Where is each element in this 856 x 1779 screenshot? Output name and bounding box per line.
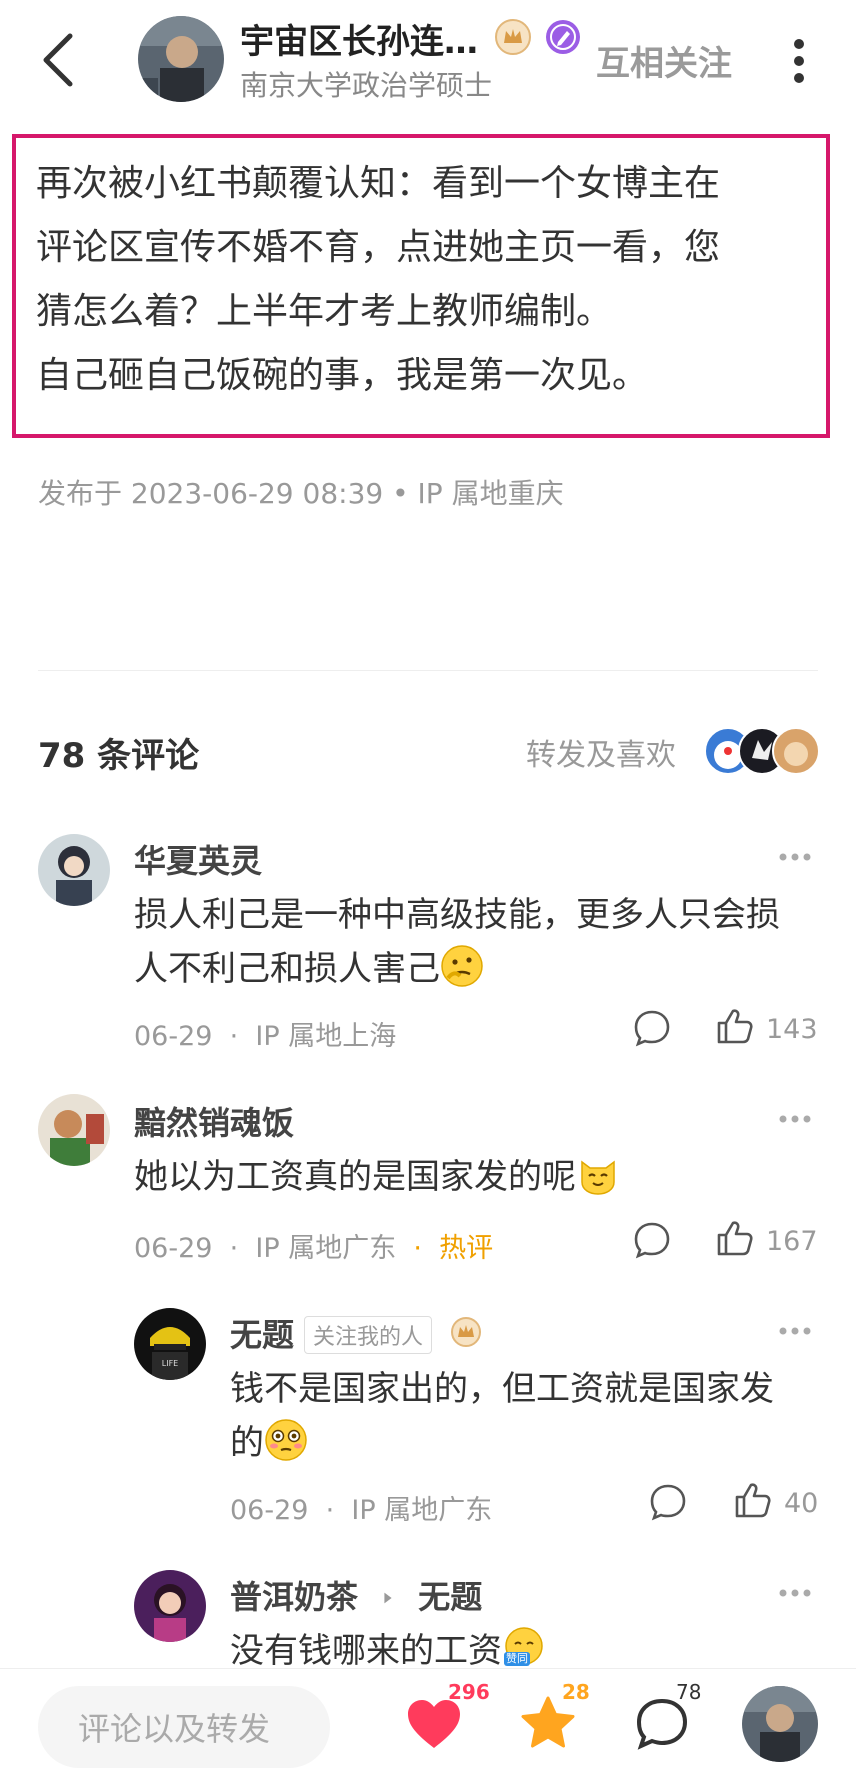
comment-text: 损人利己是一种中高级技能，更多人只会损 人不利己和损人害己 — [134, 888, 824, 996]
liker-avatars[interactable] — [702, 726, 822, 776]
thinking-face-emoji — [441, 945, 483, 987]
agree-emoji-label: 赞同 — [504, 1652, 530, 1666]
comment-line-with-emoji: 人不利己和损人害己 — [134, 942, 824, 996]
pen-badge-icon — [546, 20, 580, 54]
reply-bubble-icon[interactable] — [648, 1482, 688, 1522]
comment-input-placeholder[interactable]: 评论以及转发 — [78, 1704, 270, 1750]
reply-bubble-icon[interactable] — [632, 1008, 672, 1048]
comment-bubble-icon[interactable] — [634, 1696, 690, 1752]
favorite-count: 28 — [562, 1680, 590, 1704]
post-content: 再次被小红书颠覆认知：看到一个女博主在 评论区宣传不婚不育，点进她主页一看，您 … — [36, 152, 816, 408]
commenter-name[interactable]: 黯然销魂饭 — [134, 1098, 294, 1144]
author-avatar-small[interactable] — [742, 1686, 818, 1762]
like-thumb-icon[interactable] — [714, 1218, 754, 1258]
comment-meta: 06-29 · IP 属地上海 — [134, 1014, 396, 1053]
comment-text: 她以为工资真的是国家发的呢 — [134, 1150, 824, 1204]
more-horizontal-icon[interactable] — [778, 1588, 812, 1598]
like-thumb-icon[interactable] — [732, 1480, 772, 1520]
comment-ip: IP 属地广东 — [351, 1495, 493, 1526]
meta-separator: · — [325, 1495, 335, 1526]
back-arrow-icon[interactable] — [34, 30, 86, 90]
commenter-name[interactable]: 普洱奶茶 无题 — [230, 1572, 482, 1618]
more-horizontal-icon[interactable] — [778, 1114, 812, 1124]
comment-date: 06-29 — [230, 1495, 309, 1526]
commenter-avatar[interactable] — [38, 1094, 110, 1166]
comment-date: 06-29 — [134, 1021, 213, 1052]
comment-line: 没有钱哪来的工资 — [230, 1631, 502, 1671]
svg-text:LIFE: LIFE — [162, 1359, 178, 1368]
like-count: 167 — [766, 1226, 818, 1257]
heart-icon[interactable] — [404, 1696, 464, 1752]
meta-separator: · — [229, 1021, 239, 1052]
divider — [38, 670, 818, 671]
post-line: 评论区宣传不婚不育，点进她主页一看，您 — [36, 227, 721, 268]
like-count: 40 — [784, 1488, 819, 1519]
follow-button[interactable]: 互相关注 — [596, 36, 732, 85]
post-line: 自己砸自己饭碗的事，我是第一次见。 — [36, 355, 649, 396]
comment-line: 她以为工资真的是国家发的呢 — [134, 1157, 576, 1197]
author-name[interactable]: 宇宙区长孙连… — [240, 14, 478, 63]
comment-line: 的 — [230, 1423, 264, 1463]
like-count: 143 — [766, 1014, 818, 1045]
comment-date: 06-29 — [134, 1233, 213, 1264]
comment-line: 人不利己和损人害己 — [134, 949, 440, 989]
comment-line: 损人利己是一种中高级技能，更多人只会损 — [134, 895, 780, 935]
commenter-avatar[interactable] — [38, 834, 110, 906]
author-subtitle: 南京大学政治学硕士 — [240, 69, 493, 102]
meta-separator: · — [229, 1233, 239, 1264]
author-avatar[interactable] — [138, 16, 224, 102]
cat-face-emoji — [581, 1160, 615, 1195]
more-horizontal-icon[interactable] — [778, 1326, 812, 1336]
commenter-avatar[interactable]: LIFE — [134, 1308, 206, 1380]
more-vertical-icon[interactable] — [784, 38, 814, 84]
reply-arrow-icon — [384, 1592, 392, 1604]
comment-text: 钱不是国家出的，但工资就是国家发 的 — [230, 1362, 830, 1470]
comment-line: 钱不是国家出的，但工资就是国家发 — [230, 1369, 774, 1409]
comment-line-with-emoji: 的 — [230, 1416, 830, 1470]
follower-badge: 关注我的人 — [304, 1316, 433, 1354]
comment-count: 78 条评论 — [38, 736, 200, 776]
like-count-total: 296 — [448, 1680, 490, 1704]
flushed-face-emoji — [265, 1419, 307, 1461]
reply-to-name[interactable]: 无题 — [418, 1578, 482, 1616]
more-horizontal-icon[interactable] — [778, 852, 812, 862]
hot-comment-tag: 热评 — [439, 1233, 494, 1264]
reply-bubble-icon[interactable] — [632, 1220, 672, 1260]
comment-ip: IP 属地上海 — [255, 1021, 397, 1052]
comment-meta: 06-29 · IP 属地广东 — [230, 1488, 492, 1527]
comment-meta: 06-29 · IP 属地广东 · 热评 — [134, 1226, 493, 1265]
comment-count-total: 78 — [676, 1680, 702, 1704]
commenter-avatar[interactable] — [134, 1570, 206, 1642]
agree-emoji: 赞同 — [502, 1626, 550, 1670]
post-meta: 发布于 2023-06-29 08:39 • IP 属地重庆 — [38, 477, 564, 510]
comment-ip: IP 属地广东 — [255, 1233, 397, 1264]
crown-badge-icon — [495, 19, 531, 55]
commenter-name[interactable]: 无题 — [230, 1310, 294, 1356]
commenter-name[interactable]: 华夏英灵 — [134, 836, 262, 882]
post-line: 再次被小红书颠覆认知：看到一个女博主在 — [36, 163, 721, 204]
crown-badge-icon — [451, 1317, 481, 1347]
post-line: 猜怎么着？上半年才考上教师编制。 — [36, 291, 613, 332]
like-thumb-icon[interactable] — [714, 1006, 754, 1046]
commenter-name-text[interactable]: 普洱奶茶 — [230, 1578, 358, 1616]
meta-separator: · — [413, 1233, 422, 1264]
forward-and-like-link[interactable]: 转发及喜欢 — [526, 730, 676, 774]
